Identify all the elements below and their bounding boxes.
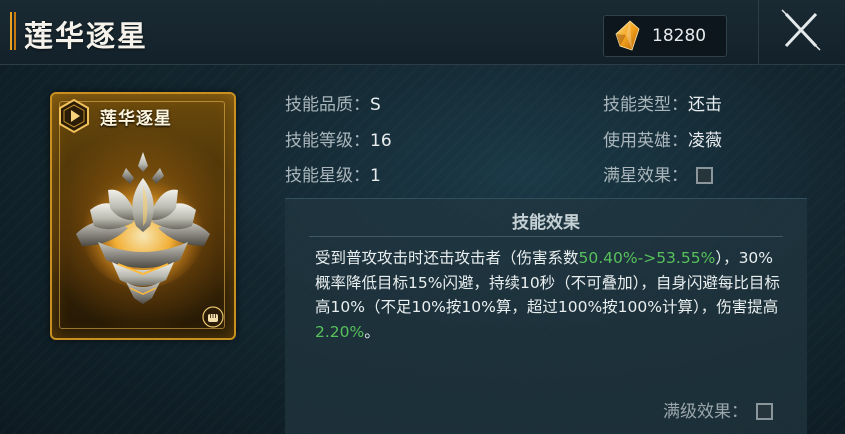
fist-icon (202, 306, 224, 328)
card-title: 莲华逐星 (100, 109, 172, 129)
effects-divider (309, 236, 783, 237)
max-level-effect: 满级效果： (663, 397, 773, 422)
skill-star-label: 技能星级： (285, 166, 370, 186)
skill-quality-value: S (370, 95, 381, 115)
page-title: 莲华逐星 (24, 19, 149, 53)
max-level-label: 满级效果： (663, 402, 748, 422)
skill-level-value: 16 (370, 131, 392, 151)
effects-text-3: 。 (364, 322, 380, 341)
damage-coefficient-value: 50.40%->53.55% (578, 249, 716, 267)
max-level-checkbox[interactable] (756, 403, 773, 420)
effects-text-1: 受到普攻攻击时还击攻击者（伤害系数 (315, 249, 579, 267)
full-star-label: 满星效果： (603, 166, 688, 186)
skill-type-value: 还击 (688, 95, 722, 115)
skill-level: 技能等级：16 (285, 126, 392, 151)
play-badge-icon (59, 98, 89, 134)
skill-type-label: 技能类型： (603, 95, 688, 115)
skill-level-label: 技能等级： (285, 131, 370, 151)
header-divider (758, 0, 759, 64)
skill-hero-label: 使用英雄： (603, 131, 688, 151)
currency-display[interactable]: 18280 (603, 15, 727, 57)
skill-effects-panel: 技能效果 受到普攻攻击时还击攻击者（伤害系数50.40%->53.55%），30… (285, 198, 807, 434)
skill-star-value: 1 (370, 166, 381, 186)
skill-hero-value: 凌薇 (688, 131, 722, 151)
damage-bonus-value: 2.20% (315, 322, 365, 341)
golden-lotus-icon (76, 152, 210, 304)
skill-card[interactable]: 莲华逐星 (50, 92, 236, 340)
currency-value: 18280 (652, 26, 707, 46)
effects-title: 技能效果 (512, 213, 580, 233)
skill-star: 技能星级：1 (285, 161, 381, 186)
close-icon[interactable] (770, 6, 832, 56)
skill-quality-label: 技能品质： (285, 95, 370, 115)
title-accent-mark (10, 12, 16, 50)
skill-type: 技能类型：还击 (603, 90, 722, 115)
skill-detail-page: 莲华逐星 18280 莲华逐星 技能品质：S 技能等级：16 技能星级：1 技能… (0, 0, 845, 434)
full-star-checkbox[interactable] (696, 167, 713, 184)
full-star-effect: 满星效果： (603, 161, 713, 186)
effects-description: 受到普攻攻击时还击攻击者（伤害系数50.40%->53.55%），30%概率降低… (315, 246, 785, 344)
header-bar: 莲华逐星 18280 (0, 0, 845, 65)
crystal-icon (615, 20, 640, 51)
skill-quality: 技能品质：S (285, 90, 381, 115)
skill-hero: 使用英雄：凌薇 (603, 126, 722, 151)
